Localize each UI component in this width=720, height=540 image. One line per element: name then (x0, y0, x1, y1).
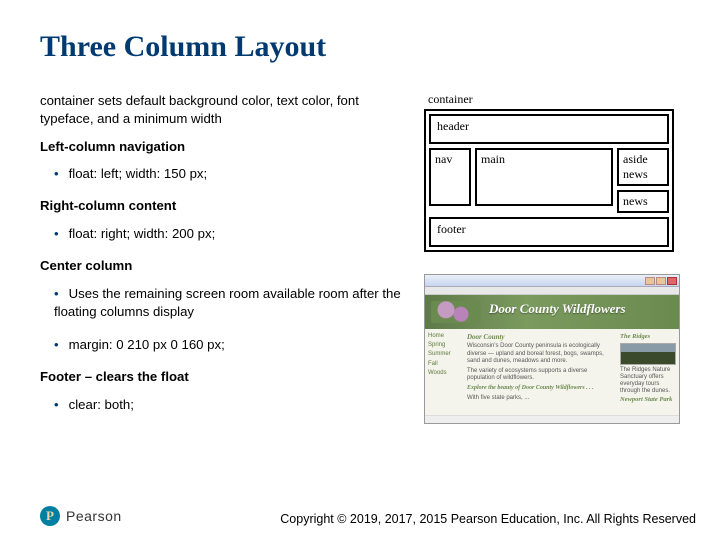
aside-p1: The Ridges Nature Sanctuary offers every… (620, 367, 676, 396)
main-heading: Door County (467, 333, 613, 341)
wireframe-main: main (475, 148, 613, 206)
heading-left-nav: Left-column navigation (40, 138, 408, 156)
window-min-icon (645, 277, 655, 285)
wireframe-aside: asidenews (617, 148, 669, 186)
nav-item: Fall (428, 361, 460, 368)
copyright-text: Copyright © 2019, 2017, 2015 Pearson Edu… (280, 512, 696, 526)
aside-image (620, 343, 676, 365)
wireframe-footer: footer (429, 217, 669, 247)
nav-item: Home (428, 333, 460, 340)
main-list: With five state parks, ... (467, 395, 613, 402)
window-titlebar (425, 275, 679, 287)
aside-heading-1: The Ridges (620, 333, 676, 341)
main-heading-2: Explore the beauty of Door County Wildfl… (467, 385, 613, 392)
browser-screenshot: Door County Wildflowers Home Spring Summ… (424, 274, 680, 424)
site-nav: Home Spring Summer Fall Woods (425, 329, 463, 415)
heading-center: Center column (40, 257, 408, 275)
banner-title: Door County Wildflowers (489, 301, 626, 317)
wireframe-diagram: container header nav main asidenews news… (424, 92, 680, 252)
pearson-logo: Pearson (40, 506, 122, 526)
pearson-logo-icon (40, 506, 60, 526)
content-row: container sets default background color,… (40, 92, 680, 428)
heading-right-col: Right-column content (40, 197, 408, 215)
bullet-footer: clear: both; (54, 394, 408, 420)
site-main: Door County Wisconsin's Door County peni… (463, 329, 617, 415)
site-aside: The Ridges The Ridges Nature Sanctuary o… (617, 329, 679, 415)
bullet-center-1: Uses the remaining screen room available… (54, 283, 408, 327)
figures-column: container header nav main asidenews news… (424, 92, 680, 428)
wireframe-nav: nav (429, 148, 471, 206)
site-banner: Door County Wildflowers (425, 295, 679, 329)
text-content: container sets default background color,… (40, 92, 408, 428)
window-close-icon (667, 277, 677, 285)
nav-item: Summer (428, 351, 460, 358)
site-footer (425, 415, 679, 423)
nav-item: Woods (428, 370, 460, 377)
wireframe-header: header (429, 114, 669, 144)
bullet-left-nav: float: left; width: 150 px; (54, 163, 408, 189)
pearson-logo-text: Pearson (66, 508, 122, 524)
bullet-right-col: float: right; width: 200 px; (54, 223, 408, 249)
nav-item: Spring (428, 342, 460, 349)
intro-text: container sets default background color,… (40, 92, 408, 128)
window-max-icon (656, 277, 666, 285)
wireframe-news-2: news (617, 190, 669, 213)
wireframe-container-label: container (428, 92, 680, 107)
main-p1: Wisconsin's Door County peninsula is eco… (467, 343, 613, 365)
slide-title: Three Column Layout (40, 30, 680, 64)
browser-tabbar (425, 287, 679, 295)
main-p2: The variety of ecosystems supports a div… (467, 368, 613, 382)
heading-footer: Footer – clears the float (40, 368, 408, 386)
aside-heading-2: Newport State Park (620, 396, 676, 404)
slide-footer: Pearson Copyright © 2019, 2017, 2015 Pea… (40, 506, 696, 526)
bullet-center-2: margin: 0 210 px 0 160 px; (54, 334, 408, 360)
